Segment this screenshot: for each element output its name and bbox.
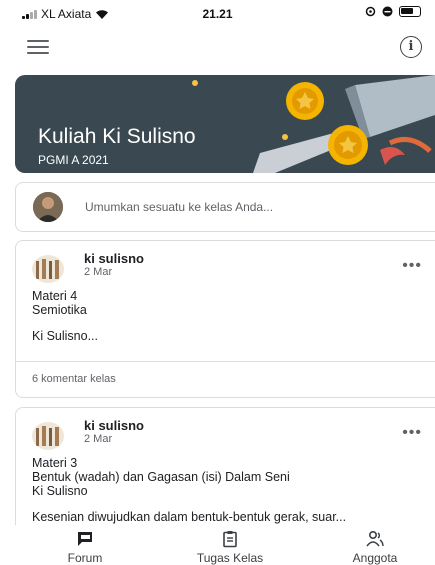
post-line: Materi 3 <box>32 456 78 470</box>
post-header: ki sulisno 2 Mar ••• <box>32 418 432 452</box>
author-avatar <box>32 255 64 283</box>
post-line: Kesenian diwujudkan dalam bentuk-bentuk … <box>32 510 347 524</box>
post-body: Materi 4 Semiotika Ki Sulisno... <box>32 289 432 343</box>
forum-icon <box>78 532 92 546</box>
post-body: Materi 3 Bentuk (wadah) dan Gagasan (isi… <box>32 456 432 524</box>
user-avatar <box>33 192 63 222</box>
post-author[interactable]: ki sulisno <box>84 251 144 266</box>
announce-placeholder: Umumkan sesuatu ke kelas Anda... <box>85 200 274 214</box>
post-author[interactable]: ki sulisno <box>84 418 144 433</box>
menu-icon[interactable] <box>27 40 49 56</box>
class-banner[interactable]: Kuliah Ki Sulisno PGMI A 2021 <box>15 75 435 173</box>
app-bar: i <box>0 30 435 66</box>
post-header: ki sulisno 2 Mar ••• <box>32 251 432 285</box>
nav-forum[interactable]: Forum <box>60 530 110 565</box>
nav-classwork-label: Tugas Kelas <box>196 551 264 565</box>
alarm-icon <box>365 6 376 17</box>
post-date: 2 Mar <box>84 433 113 445</box>
class-section: PGMI A 2021 <box>38 153 109 167</box>
status-bar: XL Axiata 21.21 <box>0 0 435 28</box>
post-line: Semiotika <box>32 303 87 317</box>
class-comments-link[interactable]: 6 komentar kelas <box>32 373 116 385</box>
bottom-nav: Forum Tugas Kelas Anggota <box>0 525 435 565</box>
announce-box[interactable]: Umumkan sesuatu ke kelas Anda... <box>15 182 435 232</box>
post-footer: 6 komentar kelas <box>16 361 435 397</box>
post-line: Ki Sulisno <box>32 484 88 498</box>
nav-people[interactable]: Anggota <box>340 530 410 565</box>
stream-post[interactable]: ki sulisno 2 Mar ••• Materi 4 Semiotika … <box>15 240 435 398</box>
classwork-icon <box>223 531 237 548</box>
post-line: Materi 4 <box>32 289 78 303</box>
nav-forum-label: Forum <box>67 551 103 565</box>
status-right <box>365 6 421 17</box>
author-avatar <box>32 422 64 450</box>
nav-people-label: Anggota <box>352 551 398 565</box>
class-title: Kuliah Ki Sulisno <box>38 125 196 148</box>
battery-icon <box>399 6 421 17</box>
nav-classwork[interactable]: Tugas Kelas <box>185 530 275 565</box>
post-line: Bentuk (wadah) dan Gagasan (isi) Dalam S… <box>32 470 290 484</box>
post-date: 2 Mar <box>84 266 113 278</box>
stream-post[interactable]: ki sulisno 2 Mar ••• Materi 3 Bentuk (wa… <box>15 407 435 537</box>
more-options-icon[interactable]: ••• <box>402 257 422 275</box>
more-options-icon[interactable]: ••• <box>402 424 422 442</box>
info-icon[interactable]: i <box>400 36 422 58</box>
people-icon <box>366 530 384 547</box>
do-not-disturb-icon <box>382 6 393 17</box>
post-line: Ki Sulisno... <box>32 329 99 343</box>
